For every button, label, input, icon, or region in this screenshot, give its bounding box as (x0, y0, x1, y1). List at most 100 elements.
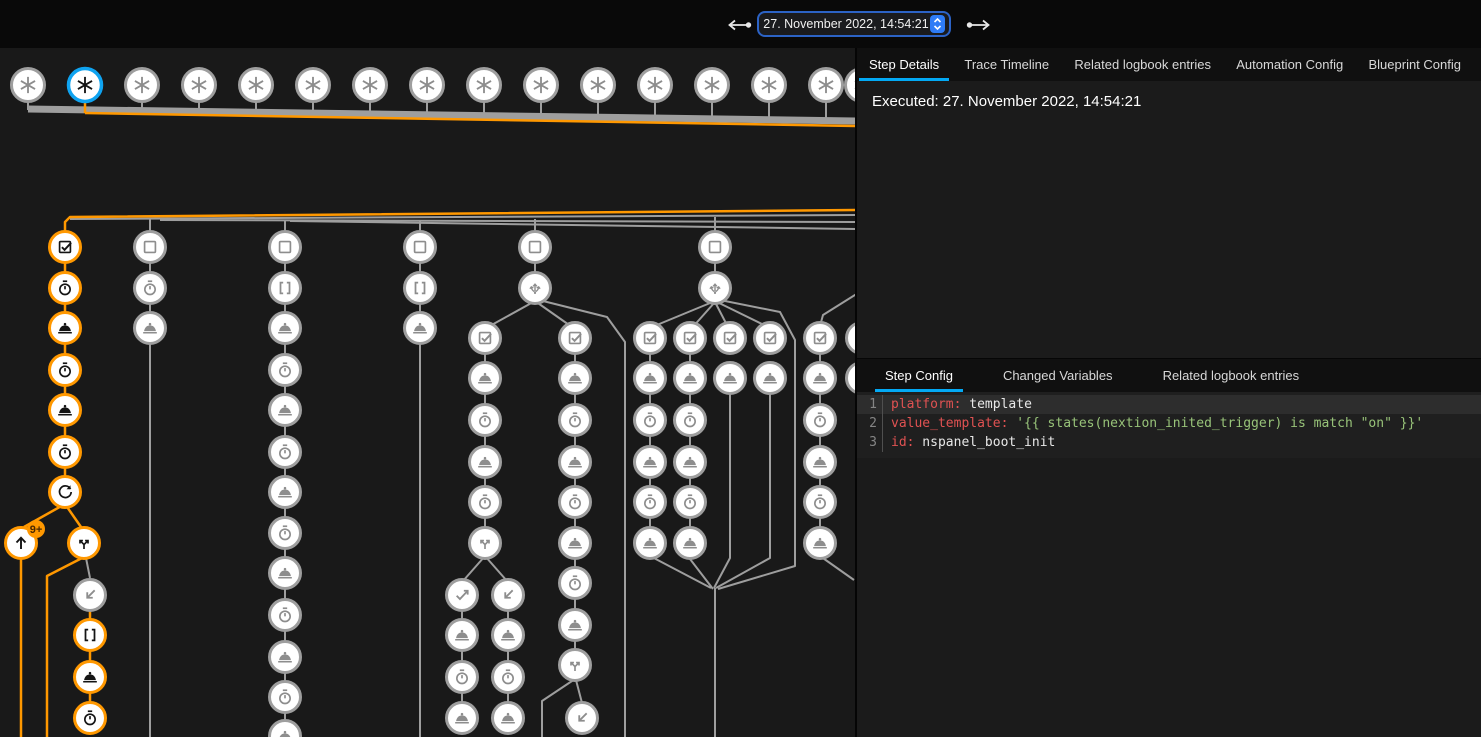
tab-blueprint-config[interactable]: Blueprint Config (1364, 48, 1465, 81)
trace-node-timer[interactable] (675, 405, 706, 436)
trace-node-service[interactable] (405, 313, 436, 344)
tab-changed-variables[interactable]: Changed Variables (999, 359, 1117, 392)
trace-node-asterisk[interactable] (126, 69, 159, 102)
trace-node-checkbox-blank[interactable] (405, 232, 436, 263)
tab-automation-config[interactable]: Automation Config (1232, 48, 1347, 81)
previous-trace-button[interactable] (722, 16, 756, 34)
trace-node-checkbox-marked[interactable] (50, 232, 81, 263)
trace-node-service[interactable] (270, 721, 301, 737)
trace-node-service[interactable] (755, 363, 786, 394)
trace-node-service[interactable] (75, 662, 106, 693)
trace-node-timer[interactable] (135, 273, 166, 304)
code-line[interactable]: 3id: nspanel_boot_init (857, 433, 1481, 452)
trace-node-checkbox-marked[interactable] (635, 323, 666, 354)
trace-node-timer[interactable] (560, 487, 591, 518)
trace-node-check-arrow[interactable] (447, 580, 478, 611)
trace-node-service[interactable] (847, 363, 856, 394)
trace-node-service[interactable] (493, 620, 524, 651)
trace-node-asterisk[interactable] (297, 69, 330, 102)
trace-node-service[interactable] (675, 528, 706, 559)
trace-node-repeat[interactable] (50, 477, 81, 508)
tab-related-logbook-entries[interactable]: Related logbook entries (1159, 359, 1304, 392)
trace-node-timer[interactable] (447, 662, 478, 693)
trace-node-checkbox-blank[interactable] (270, 232, 301, 263)
trace-node-service[interactable] (270, 642, 301, 673)
trace-node-service[interactable] (805, 447, 836, 478)
trace-node-checkbox-blank[interactable] (520, 232, 551, 263)
tab-step-config[interactable]: Step Config (881, 359, 957, 392)
trace-node-timer[interactable] (50, 355, 81, 386)
trace-node-asterisk[interactable] (846, 69, 856, 102)
trace-node-timer[interactable] (75, 703, 106, 734)
tab-related-logbook-entries[interactable]: Related logbook entries (1070, 48, 1215, 81)
code-editor[interactable]: 1platform: template2value_template: '{{ … (857, 392, 1481, 458)
trace-node-arrow-in[interactable] (75, 580, 106, 611)
trace-node-service[interactable] (805, 363, 836, 394)
trace-node-asterisk[interactable] (753, 69, 786, 102)
trace-node-timer[interactable] (675, 487, 706, 518)
trace-node-service[interactable] (135, 313, 166, 344)
trace-node-service[interactable] (805, 528, 836, 559)
trace-node-checkbox-marked[interactable] (560, 323, 591, 354)
trace-node-service[interactable] (270, 558, 301, 589)
trace-node-asterisk[interactable] (468, 69, 501, 102)
trace-node-asterisk[interactable] (810, 69, 843, 102)
trace-node-service[interactable] (470, 447, 501, 478)
trace-node-timer[interactable] (270, 518, 301, 549)
trace-node-timer[interactable] (50, 437, 81, 468)
trace-node-service[interactable] (270, 477, 301, 508)
trace-node-timer[interactable] (270, 600, 301, 631)
trace-node-service[interactable] (635, 528, 666, 559)
trace-node-timer[interactable] (560, 405, 591, 436)
trace-node-asterisk[interactable] (240, 69, 273, 102)
trace-node-service[interactable] (560, 447, 591, 478)
trace-node-asterisk[interactable] (354, 69, 387, 102)
trace-node-brackets[interactable] (270, 273, 301, 304)
trace-node-timer[interactable] (470, 405, 501, 436)
trace-node-checkbox-marked[interactable] (675, 323, 706, 354)
trace-timestamp-select[interactable]: 27. November 2022, 14:54:21 (757, 11, 951, 37)
trace-node-service[interactable] (493, 703, 524, 734)
trace-node-checkbox-blank[interactable] (135, 232, 166, 263)
trace-node-choose[interactable] (700, 273, 731, 304)
trace-node-asterisk[interactable] (525, 69, 558, 102)
trace-node-service[interactable] (50, 395, 81, 426)
trace-node-checkbox-marked[interactable] (805, 323, 836, 354)
trace-node-checkbox-marked[interactable] (847, 323, 856, 354)
trace-node-brackets[interactable] (75, 620, 106, 651)
trace-node-asterisk[interactable] (411, 69, 444, 102)
trace-node-timer[interactable] (560, 568, 591, 599)
trace-node-service[interactable] (560, 610, 591, 641)
trace-node-asterisk[interactable] (183, 69, 216, 102)
trace-node-timer[interactable] (635, 405, 666, 436)
trace-node-split[interactable] (560, 650, 591, 681)
code-line[interactable]: 1platform: template (857, 395, 1481, 414)
trace-node-service[interactable] (447, 620, 478, 651)
trace-node-timer[interactable] (635, 487, 666, 518)
next-trace-button[interactable] (962, 16, 996, 34)
trace-node-service[interactable] (560, 528, 591, 559)
trace-node-asterisk[interactable] (582, 69, 615, 102)
trace-node-timer[interactable] (805, 487, 836, 518)
trace-node-asterisk[interactable] (696, 69, 729, 102)
trace-node-service[interactable] (675, 447, 706, 478)
trace-node-choose[interactable] (520, 273, 551, 304)
trace-node-timer[interactable] (270, 355, 301, 386)
trace-node-service[interactable] (635, 363, 666, 394)
trace-node-timer[interactable] (50, 273, 81, 304)
trace-node-service[interactable] (635, 447, 666, 478)
trace-node-checkbox-marked[interactable] (755, 323, 786, 354)
trace-node-service[interactable] (270, 395, 301, 426)
trace-node-arrow-in[interactable] (493, 580, 524, 611)
tab-step-details[interactable]: Step Details (865, 48, 943, 81)
trace-node-asterisk[interactable] (639, 69, 672, 102)
trace-node-checkbox-blank[interactable] (700, 232, 731, 263)
trace-node-brackets[interactable] (405, 273, 436, 304)
trace-node-checkbox-marked[interactable] (470, 323, 501, 354)
trace-node-split[interactable] (69, 528, 100, 559)
trace-node-arrow-in[interactable] (567, 703, 598, 734)
tab-trace-timeline[interactable]: Trace Timeline (960, 48, 1053, 81)
code-line[interactable]: 2value_template: '{{ states(nextion_init… (857, 414, 1481, 433)
trace-node-service[interactable] (470, 363, 501, 394)
trace-node-service[interactable] (715, 363, 746, 394)
